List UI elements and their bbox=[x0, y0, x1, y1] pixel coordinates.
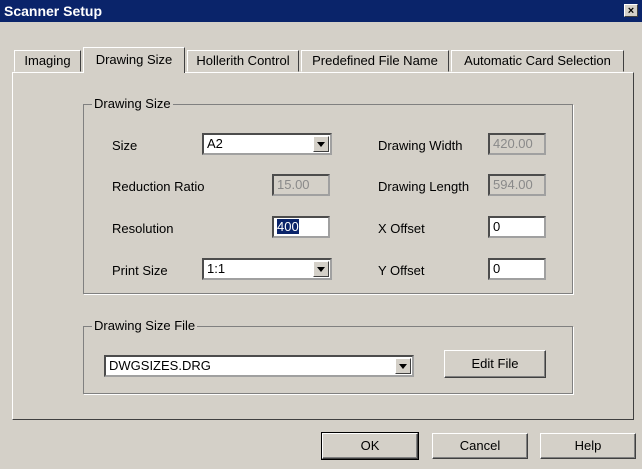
help-button[interactable]: Help bbox=[540, 433, 636, 459]
title-bar: Scanner Setup × bbox=[0, 0, 642, 22]
drawing-length-label: Drawing Length bbox=[378, 179, 470, 194]
drawing-size-file-group: Drawing Size File DWGSIZES.DRG Edit File bbox=[83, 318, 573, 394]
tab-imaging[interactable]: Imaging bbox=[14, 50, 81, 72]
tab-hollerith-control[interactable]: Hollerith Control bbox=[187, 50, 299, 72]
chevron-down-icon[interactable] bbox=[313, 261, 329, 277]
drawing-size-file-value: DWGSIZES.DRG bbox=[109, 358, 211, 373]
reduction-ratio-field: 15.00 bbox=[272, 174, 330, 196]
drawing-length-field: 594.00 bbox=[488, 174, 546, 196]
resolution-label: Resolution bbox=[112, 221, 174, 236]
x-offset-label: X Offset bbox=[378, 221, 425, 236]
print-size-select[interactable]: 1:1 bbox=[202, 258, 332, 280]
cancel-button[interactable]: Cancel bbox=[432, 433, 528, 459]
size-label: Size bbox=[112, 138, 138, 153]
drawing-size-group-label: Drawing Size bbox=[92, 96, 173, 112]
print-size-label: Print Size bbox=[112, 263, 168, 278]
size-select[interactable]: A2 bbox=[202, 133, 332, 155]
drawing-size-group: Drawing Size Size A2 Reduction Ratio 15.… bbox=[83, 96, 573, 294]
tab-predefined-file-name[interactable]: Predefined File Name bbox=[301, 50, 449, 72]
chevron-down-icon[interactable] bbox=[395, 358, 411, 374]
resolution-value: 400 bbox=[277, 219, 299, 234]
drawing-width-label: Drawing Width bbox=[378, 138, 463, 153]
resolution-field[interactable]: 400 bbox=[272, 216, 330, 238]
close-button[interactable]: × bbox=[624, 4, 638, 17]
x-offset-field[interactable]: 0 bbox=[488, 216, 546, 238]
tab-automatic-card-selection[interactable]: Automatic Card Selection bbox=[451, 50, 624, 72]
drawing-width-field: 420.00 bbox=[488, 133, 546, 155]
chevron-down-icon[interactable] bbox=[313, 136, 329, 152]
y-offset-field[interactable]: 0 bbox=[488, 258, 546, 280]
y-offset-label: Y Offset bbox=[378, 263, 425, 278]
reduction-ratio-label: Reduction Ratio bbox=[112, 179, 205, 194]
window-title: Scanner Setup bbox=[4, 3, 103, 19]
edit-file-button[interactable]: Edit File bbox=[444, 350, 546, 378]
drawing-size-file-group-label: Drawing Size File bbox=[92, 318, 198, 334]
drawing-size-file-select[interactable]: DWGSIZES.DRG bbox=[104, 355, 414, 377]
size-value: A2 bbox=[207, 136, 223, 151]
tab-drawing-size[interactable]: Drawing Size bbox=[83, 47, 185, 73]
print-size-value: 1:1 bbox=[207, 261, 226, 276]
tab-panel: Drawing Size Size A2 Reduction Ratio 15.… bbox=[12, 72, 634, 420]
ok-button[interactable]: OK bbox=[321, 432, 419, 460]
